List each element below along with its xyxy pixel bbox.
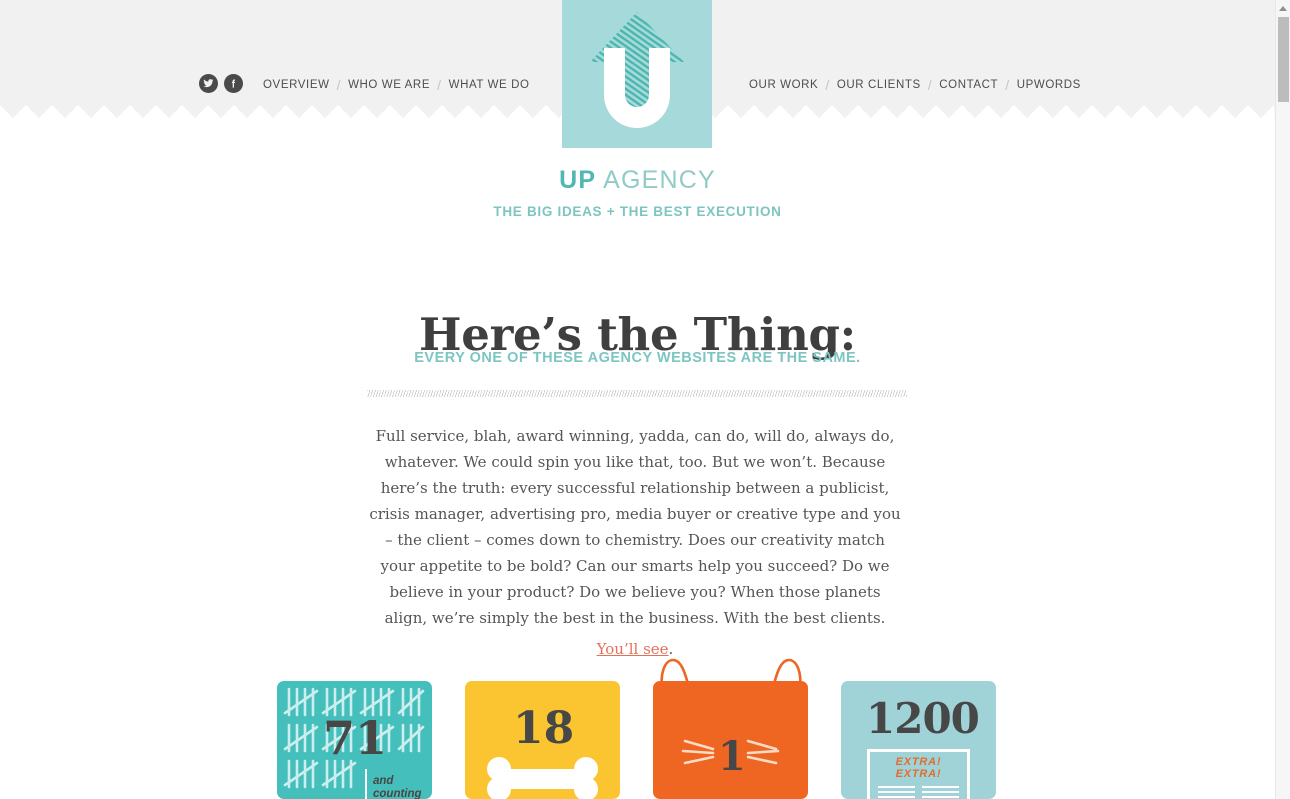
- page-viewport: OVERVIEW / WHO WE ARE / WHAT WE DO OUR W…: [0, 0, 1275, 799]
- body-link-wrap: You’ll see.: [368, 636, 902, 662]
- newspaper-column-left: [878, 786, 915, 799]
- body-text: Full service, blah, award winning, yadda…: [369, 427, 901, 627]
- site-logo[interactable]: [562, 0, 712, 148]
- stat-card-cat[interactable]: 1: [653, 681, 808, 799]
- brand-tagline: THE BIG IDEAS + THE BEST EXECUTION: [493, 204, 782, 219]
- scroll-up-arrow-icon[interactable]: [1276, 0, 1290, 16]
- newspaper-headline-line1: EXTRA!: [895, 756, 942, 768]
- stat-number: 1200: [866, 694, 980, 743]
- nav-separator: /: [1005, 77, 1010, 93]
- stat-number: 71: [323, 711, 388, 765]
- primary-nav-left: OVERVIEW / WHO WE ARE / WHAT WE DO: [263, 77, 530, 93]
- nav-separator: /: [437, 77, 442, 93]
- newspaper-line: [878, 796, 915, 798]
- newspaper-line: [878, 786, 915, 788]
- hatched-divider: [367, 390, 907, 397]
- facebook-icon[interactable]: [224, 74, 243, 93]
- stat-caption-line1: and: [373, 775, 394, 787]
- stat-caption-line2: counting: [373, 788, 422, 799]
- brand-block: UP AGENCY THE BIG IDEAS + THE BEST EXECU…: [0, 168, 1275, 220]
- social-links: [199, 74, 243, 93]
- nav-item-upwords[interactable]: UPWORDS: [1017, 79, 1081, 91]
- nav-item-who-we-are[interactable]: WHO WE ARE: [348, 79, 430, 91]
- stat-caption: and counting: [373, 775, 422, 799]
- newspaper-line: [922, 791, 959, 793]
- twitter-icon[interactable]: [199, 74, 218, 93]
- dog-bone-icon: [487, 757, 598, 799]
- stat-card-newspaper[interactable]: 1200 EXTRA! EXTRA!: [841, 681, 996, 799]
- nav-item-what-we-do[interactable]: WHAT WE DO: [449, 79, 530, 91]
- newspaper-headline-line2: EXTRA!: [895, 768, 942, 780]
- nav-item-our-clients[interactable]: OUR CLIENTS: [837, 79, 921, 91]
- body-paragraph: Full service, blah, award winning, yadda…: [368, 423, 902, 662]
- newspaper-icon: EXTRA! EXTRA!: [867, 749, 970, 799]
- brand-title: UP AGENCY: [0, 168, 1275, 193]
- primary-nav-right: OUR WORK / OUR CLIENTS / CONTACT / UPWOR…: [749, 77, 1081, 93]
- newspaper-line: [922, 796, 959, 798]
- newspaper-column-right: [922, 786, 959, 799]
- caption-divider: [365, 769, 367, 799]
- brand-name-bold: UP: [559, 166, 597, 194]
- cat-whiskers-icon: [681, 739, 780, 765]
- nav-separator: /: [927, 77, 933, 93]
- nav-item-overview[interactable]: OVERVIEW: [263, 79, 330, 91]
- newspaper-text-lines: [878, 786, 959, 799]
- nav-separator: /: [825, 77, 830, 93]
- brand-name-light: AGENCY: [596, 166, 716, 194]
- cat-ears-icon: [660, 658, 802, 694]
- newspaper-headline: EXTRA! EXTRA!: [870, 756, 967, 780]
- stat-card-bone[interactable]: 18: [465, 681, 620, 799]
- nav-item-contact[interactable]: CONTACT: [939, 79, 998, 91]
- stat-card-tally[interactable]: 71 and counting: [277, 681, 432, 799]
- page-subheadline: EVERY ONE OF THESE AGENCY WEBSITES ARE T…: [414, 350, 861, 366]
- newspaper-line: [878, 791, 915, 793]
- newspaper-line: [922, 786, 959, 788]
- scrollbar-thumb[interactable]: [1278, 17, 1289, 102]
- nav-separator: /: [336, 77, 342, 93]
- vertical-scrollbar[interactable]: [1275, 0, 1290, 799]
- stat-cards: 71 and counting 18 1 1200 EXTRA! EXTRA!: [277, 658, 997, 799]
- nav-item-our-work[interactable]: OUR WORK: [749, 79, 818, 91]
